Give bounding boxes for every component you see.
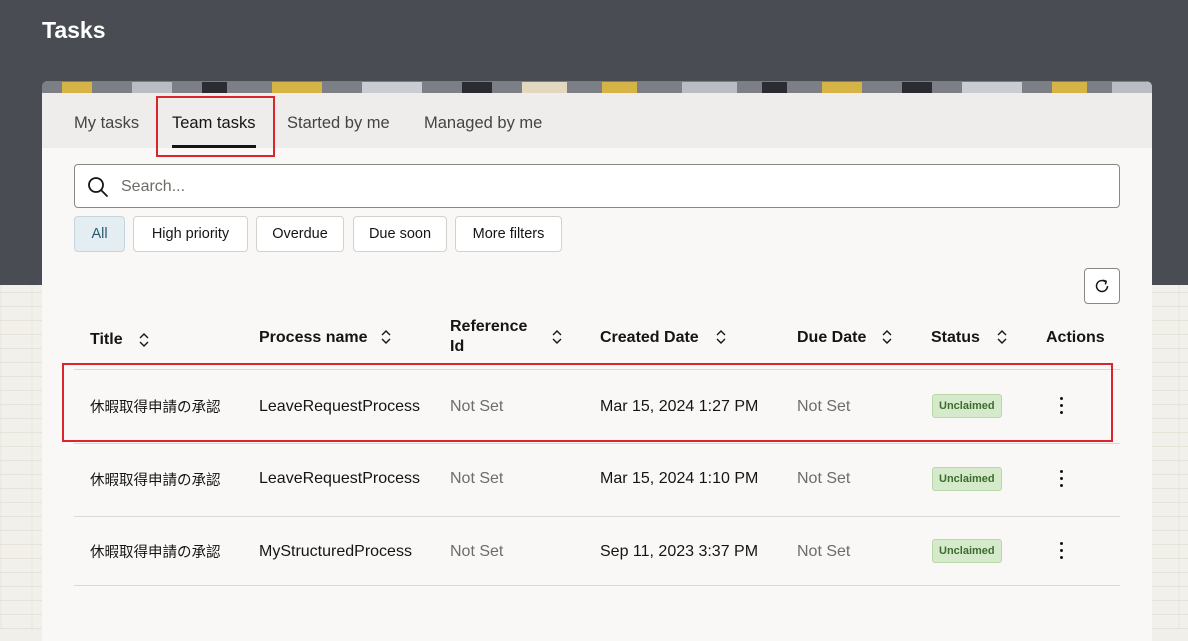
highlight-first-row [62,363,1113,442]
tab-started-by-me[interactable]: Started by me [287,114,390,133]
column-header-created-date[interactable]: Created Date [600,328,699,348]
more-actions-icon[interactable] [1051,539,1071,563]
sort-icon[interactable] [996,329,1008,345]
sort-icon[interactable] [138,332,150,348]
search-icon [88,177,108,197]
cell-created-date: Mar 15, 2024 1:10 PM [600,470,759,487]
sort-icon[interactable] [380,329,392,345]
cell-created-date: Sep 11, 2023 3:37 PM [600,543,759,560]
column-header-process-name[interactable]: Process name [259,328,368,348]
refresh-icon [1095,279,1109,293]
filter-more-filters[interactable]: More filters [455,216,562,252]
column-header-actions: Actions [1046,329,1105,346]
status-badge: Unclaimed [932,467,1002,491]
status-badge: Unclaimed [932,539,1002,563]
filter-due-soon[interactable]: Due soon [353,216,447,252]
refresh-button[interactable] [1084,268,1120,304]
more-actions-icon[interactable] [1051,467,1071,491]
row-divider [74,516,1120,517]
highlight-team-tasks-tab [156,96,275,157]
search-box[interactable] [74,164,1120,208]
column-header-title[interactable]: Title [90,330,123,350]
column-header-reference-id[interactable]: Reference Id [450,317,530,357]
column-header-due-date[interactable]: Due Date [797,328,866,348]
cell-due-date: Not Set [797,543,851,560]
cell-process-name: LeaveRequestProcess [259,470,420,487]
cell-title[interactable]: 休暇取得申請の承認 [90,541,221,562]
search-input[interactable] [119,175,1103,199]
cell-process-name: MyStructuredProcess [259,543,412,560]
filter-overdue[interactable]: Overdue [256,216,344,252]
row-divider [74,443,1120,444]
cell-due-date: Not Set [797,470,851,487]
column-header-status[interactable]: Status [931,328,980,348]
page-title: Tasks [42,17,106,43]
tasks-card: My tasks Team tasks Started by me Manage… [42,81,1152,641]
sort-icon[interactable] [881,329,893,345]
sort-icon[interactable] [551,329,563,345]
row-divider [74,585,1120,586]
cell-reference-id: Not Set [450,543,504,560]
cell-reference-id: Not Set [450,470,504,487]
tab-managed-by-me[interactable]: Managed by me [424,114,542,133]
decorative-banner [42,81,1152,94]
cell-title[interactable]: 休暇取得申請の承認 [90,469,221,490]
filter-high-priority[interactable]: High priority [133,216,248,252]
tab-my-tasks[interactable]: My tasks [74,114,139,133]
sort-icon[interactable] [715,329,727,345]
filter-all[interactable]: All [74,216,125,252]
